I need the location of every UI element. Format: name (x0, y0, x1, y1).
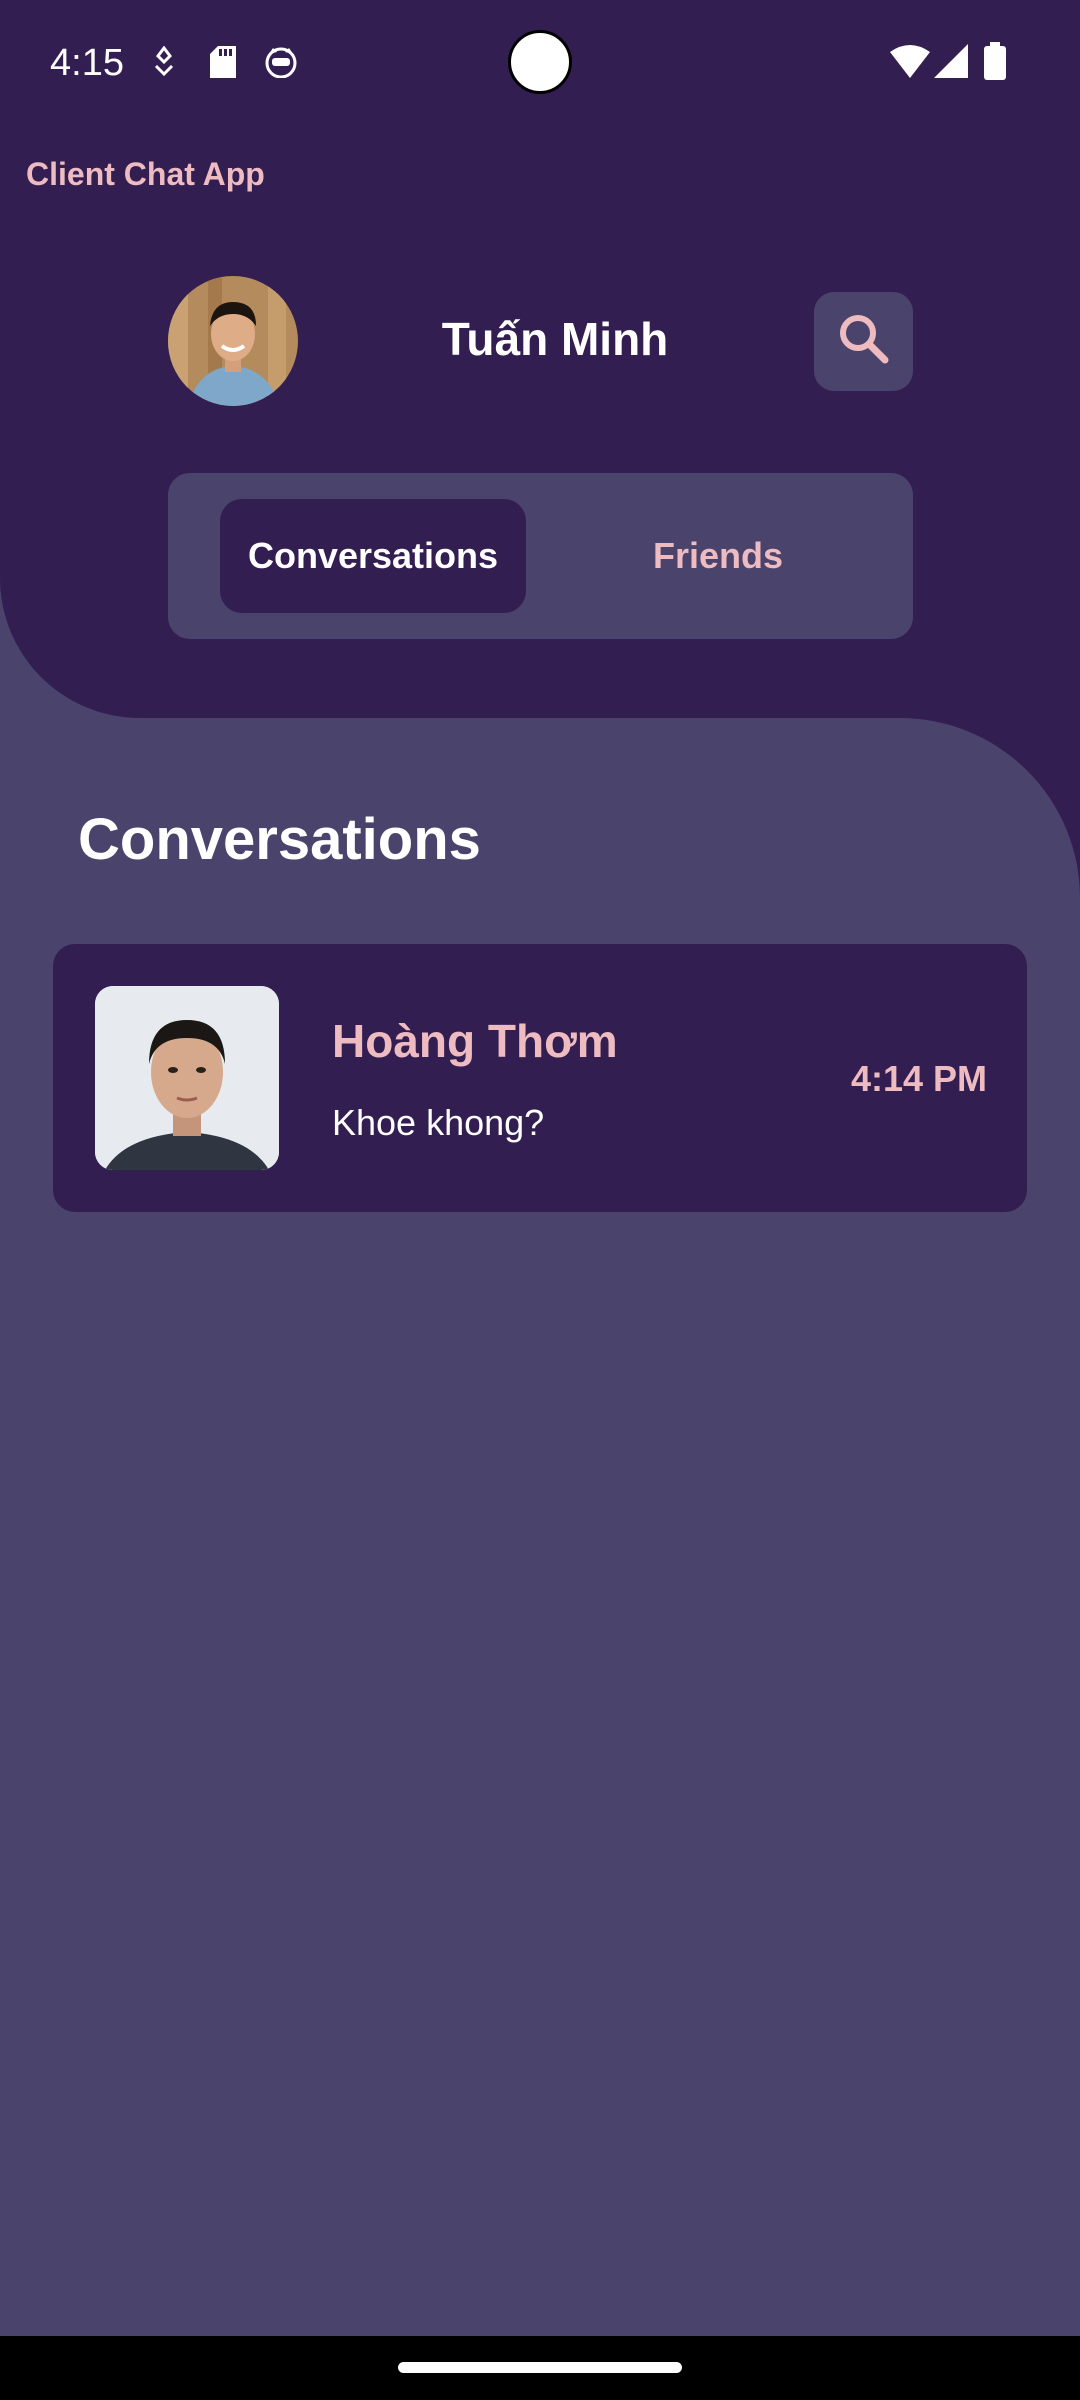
location-pin-icon (152, 45, 176, 83)
tab-bar: Conversations Friends (168, 473, 913, 639)
status-time: 4:15 (50, 42, 124, 84)
cat-face-icon (264, 46, 298, 83)
app-title: Client Chat App (26, 156, 265, 192)
conversation-name: Hoàng Thơm (332, 1015, 618, 1067)
search-button[interactable] (814, 292, 913, 391)
profile-name: Tuấn Minh (441, 313, 669, 365)
navigation-bar (0, 2336, 1080, 2400)
profile-avatar[interactable] (168, 276, 298, 406)
camera-cutout (508, 30, 572, 94)
conversation-item[interactable]: Hoàng Thơm Khoe khong? 4:14 PM (53, 944, 1027, 1212)
home-indicator[interactable] (398, 2362, 682, 2373)
conversation-last-message: Khoe khong? (332, 1102, 545, 1143)
section-title: Conversations (78, 807, 481, 872)
cell-signal-icon (934, 44, 968, 83)
search-icon (837, 312, 891, 371)
status-bar: 4:15 (0, 0, 1080, 130)
battery-icon (984, 42, 1006, 85)
wifi-icon (890, 44, 930, 83)
conversation-avatar (95, 986, 279, 1170)
conversation-time: 4:14 PM (850, 1058, 987, 1099)
sd-card-icon (210, 46, 236, 83)
tab-conversations[interactable]: Conversations (220, 499, 526, 613)
tab-friends[interactable]: Friends (548, 499, 888, 613)
